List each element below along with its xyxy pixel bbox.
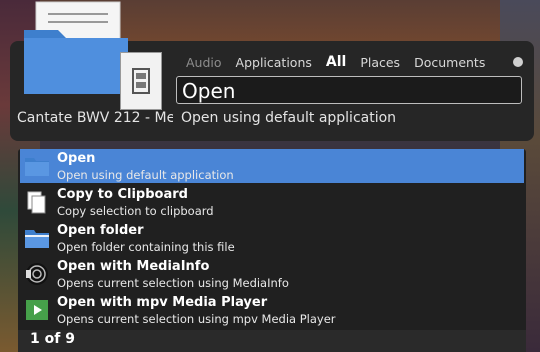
result-subtitle: Copy selection to clipboard [57,204,214,218]
result-title: Open with mpv Media Player [57,295,268,310]
preview-file-name: Cantate BWV 212 - Mer hahn en neue Oberk… [17,110,173,126]
close-icon[interactable] [513,57,523,67]
result-open[interactable]: Open Open using default application [20,149,524,183]
mpv-icon [26,300,48,320]
category-tabs: Audio Applications All Places Documents [186,54,499,70]
result-title: Copy to Clipboard [57,187,188,202]
clipboard-icon [27,191,46,214]
tab-audio[interactable]: Audio [186,55,222,70]
result-open-with-mediainfo[interactable]: Open with MediaInfo Opens current select… [20,257,524,291]
pager-count: 1 of 9 [30,331,75,347]
result-open-folder[interactable]: Open folder Open folder containing this … [20,221,524,255]
result-subtitle: Opens current selection using mpv Media … [57,312,336,326]
folder-icon [25,158,49,176]
result-open-with-mpv[interactable]: Open with mpv Media Player Opens current… [20,293,524,327]
pager-bar: 1 of 9 [18,330,526,352]
audio-file-icon [120,52,162,110]
results-list: Open Open using default application Copy… [18,149,526,352]
tab-all[interactable]: All [326,54,346,70]
result-title: Open folder [57,223,144,238]
result-subtitle: Opens current selection using MediaInfo [57,276,289,290]
mediainfo-icon [26,263,48,285]
result-title: Open [57,151,96,166]
preview-action-subtitle: Open using default application [181,110,397,126]
search-input[interactable]: Open [176,76,522,104]
folder-icon [24,1,128,94]
result-subtitle: Open folder containing this file [57,240,235,254]
folder-open-icon [25,230,49,248]
tab-places[interactable]: Places [360,55,400,70]
result-title: Open with MediaInfo [57,259,210,274]
tab-applications[interactable]: Applications [236,55,312,70]
result-subtitle: Open using default application [57,168,234,182]
result-copy-to-clipboard[interactable]: Copy to Clipboard Copy selection to clip… [20,185,524,219]
film-icon [132,68,150,94]
tab-documents[interactable]: Documents [414,55,485,70]
